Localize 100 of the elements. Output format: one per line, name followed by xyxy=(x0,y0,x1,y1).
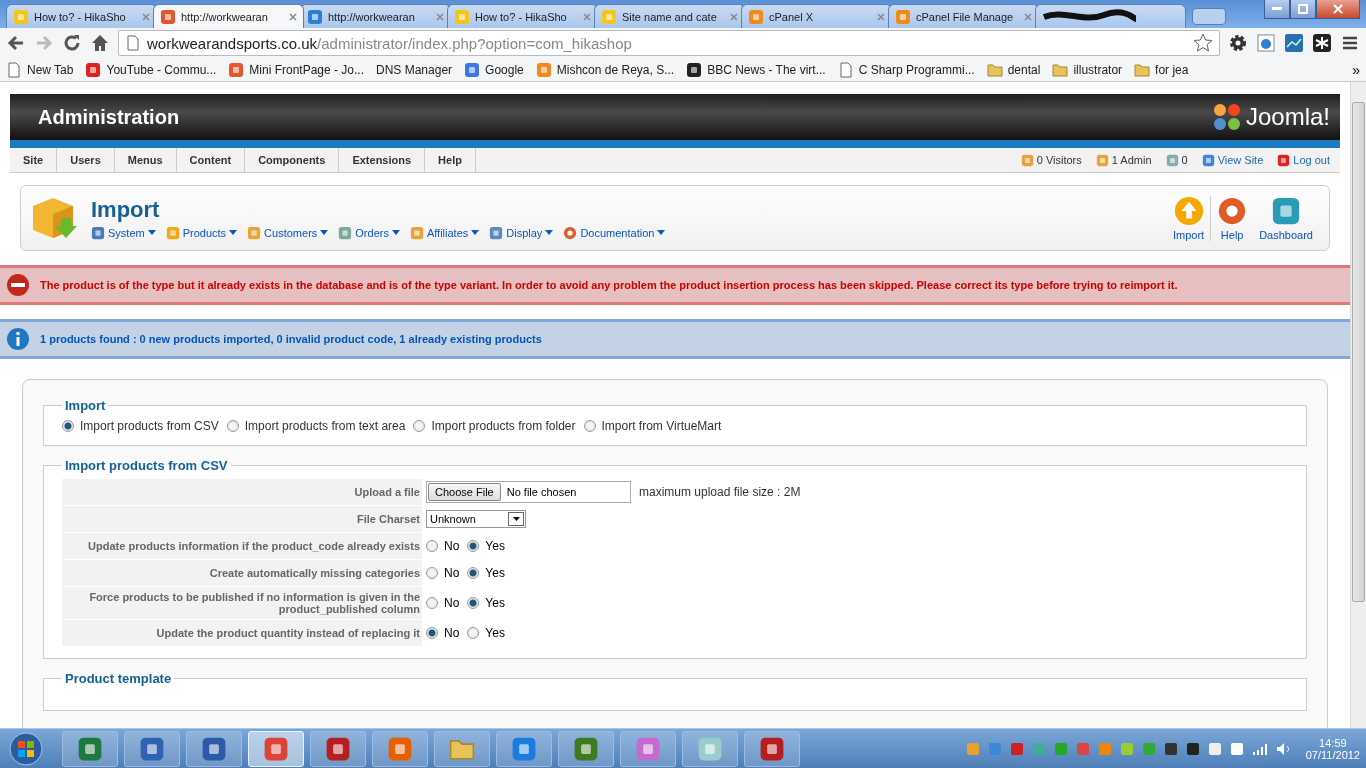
taskbar-app[interactable] xyxy=(744,730,800,767)
tray-icon[interactable] xyxy=(1163,741,1178,756)
submenu-item[interactable]: Documentation xyxy=(580,226,655,239)
caret-icon xyxy=(657,230,666,235)
submenu-item[interactable]: Display xyxy=(506,226,543,239)
radio-button[interactable] xyxy=(413,420,426,432)
close-icon[interactable] xyxy=(142,12,150,21)
taskbar-app[interactable] xyxy=(558,730,614,767)
logo-text: Joomla! xyxy=(1245,103,1330,131)
radio-label: No xyxy=(444,626,460,640)
menu-item[interactable]: Content xyxy=(176,148,246,172)
radio-button[interactable] xyxy=(426,597,438,609)
bookmark-link[interactable]: BBC News - The virt... xyxy=(707,62,826,77)
menu-item[interactable]: Site xyxy=(10,148,58,172)
submenu-item[interactable]: System xyxy=(108,226,145,239)
browser-tab[interactable]: http://workwearan xyxy=(153,4,304,28)
new-tab-button[interactable] xyxy=(1192,8,1226,25)
toolbar-button[interactable]: Import xyxy=(1167,195,1211,241)
taskbar-app[interactable] xyxy=(682,730,738,767)
taskbar-app[interactable] xyxy=(434,730,490,767)
browser-tab[interactable] xyxy=(1035,4,1186,28)
radio-button[interactable] xyxy=(467,540,480,552)
star-icon[interactable] xyxy=(1193,33,1213,53)
choose-file-button[interactable]: Choose File xyxy=(428,483,501,501)
back-icon[interactable] xyxy=(6,33,26,53)
radio-button[interactable] xyxy=(426,567,438,579)
radio-button[interactable] xyxy=(467,627,480,639)
menu-item[interactable]: Help xyxy=(425,148,476,172)
caret-icon xyxy=(512,517,520,521)
bookmark-link[interactable]: DNS Manager xyxy=(376,62,453,77)
browser-tab[interactable]: cPanel File Manage xyxy=(888,4,1039,28)
taskbar-app[interactable] xyxy=(186,730,242,767)
radio-label: Import products from text area xyxy=(244,419,406,433)
close-icon[interactable] xyxy=(730,12,738,21)
charset-select[interactable]: Unknown xyxy=(426,510,526,528)
radio-button[interactable] xyxy=(426,627,438,639)
forward-icon[interactable] xyxy=(34,33,54,53)
close-icon[interactable] xyxy=(1024,12,1032,21)
taskbar-app[interactable] xyxy=(62,730,118,767)
bookmark-link[interactable]: Google xyxy=(485,62,524,77)
home-icon[interactable] xyxy=(90,33,110,53)
settings-icon[interactable] xyxy=(1228,33,1248,53)
tray-icon[interactable] xyxy=(1229,741,1244,756)
menu-item[interactable]: Components xyxy=(245,148,340,172)
status-link[interactable]: Log out xyxy=(1293,154,1330,166)
bookmark-link[interactable]: YouTube - Commu... xyxy=(106,62,217,77)
close-icon[interactable] xyxy=(289,12,297,21)
chart-icon[interactable] xyxy=(1284,33,1304,53)
taskbar-app[interactable] xyxy=(310,730,366,767)
radio-button[interactable] xyxy=(426,540,438,552)
signal-icon[interactable] xyxy=(1251,741,1268,756)
start-button[interactable] xyxy=(6,730,46,767)
taskbar-app[interactable] xyxy=(496,730,552,767)
file-input[interactable]: Choose File No file chosen xyxy=(426,481,631,503)
tray-icon[interactable] xyxy=(1207,741,1222,756)
radio-button[interactable] xyxy=(583,420,596,432)
close-icon[interactable] xyxy=(583,12,591,21)
menu-item[interactable]: Users xyxy=(57,148,115,172)
bookmark-link[interactable]: dental xyxy=(1007,62,1041,77)
radio-button[interactable] xyxy=(62,420,74,432)
toolbar-button[interactable]: Dashboard xyxy=(1253,195,1319,241)
bookmark-link[interactable]: Mini FrontPage - Jo... xyxy=(249,62,365,77)
caret-icon xyxy=(545,230,554,235)
taskbar-app[interactable] xyxy=(372,730,428,767)
volume-icon[interactable] xyxy=(1275,741,1292,756)
caret-icon xyxy=(391,230,400,235)
asterisk-icon[interactable] xyxy=(1312,33,1332,53)
bookmark-link[interactable]: New Tab xyxy=(27,62,74,77)
menu-item[interactable]: Menus xyxy=(114,148,177,172)
radio-button[interactable] xyxy=(226,420,239,432)
radio-button[interactable] xyxy=(467,597,480,609)
radio-button[interactable] xyxy=(467,567,480,579)
bookmark-link[interactable]: C Sharp Programmi... xyxy=(858,62,975,77)
more-bookmarks[interactable]: » xyxy=(1352,61,1360,78)
taskbar-app[interactable] xyxy=(124,730,180,767)
bookmark-link[interactable]: for jea xyxy=(1155,62,1189,77)
scrollbar[interactable] xyxy=(1350,82,1366,728)
taskbar-app[interactable] xyxy=(620,730,676,767)
caret-icon xyxy=(471,230,480,235)
tray-icon[interactable] xyxy=(1185,741,1200,756)
toolbar-button[interactable]: Help xyxy=(1210,195,1254,241)
close-icon[interactable] xyxy=(877,12,885,21)
radio-label: Yes xyxy=(485,596,505,610)
menu-item[interactable]: Extensions xyxy=(339,148,426,172)
address-bar[interactable]: workwearandsports.co.uk/administrator/index.php?option=com_hikashop xyxy=(118,30,1220,56)
ie-tab-icon[interactable] xyxy=(1256,33,1276,53)
status-link[interactable]: View Site xyxy=(1217,154,1264,166)
fieldset-legend: Product template xyxy=(62,671,175,686)
reload-icon[interactable] xyxy=(62,33,82,53)
restore-button[interactable] xyxy=(1290,0,1316,19)
submenu-item[interactable]: Orders xyxy=(355,226,389,239)
close-button[interactable] xyxy=(1316,0,1360,19)
close-icon[interactable] xyxy=(436,12,444,21)
submenu-item[interactable]: Customers xyxy=(264,226,318,239)
tab-title: How to? - HikaSho xyxy=(475,10,568,23)
submenu-item[interactable]: Products xyxy=(182,226,227,239)
bookmark-link[interactable]: illustrator xyxy=(1073,62,1123,77)
bookmark-link[interactable]: Mishcon de Reya, S... xyxy=(556,62,675,77)
submenu-item[interactable]: Affiliates xyxy=(426,226,469,239)
minimize-button[interactable] xyxy=(1264,0,1290,19)
